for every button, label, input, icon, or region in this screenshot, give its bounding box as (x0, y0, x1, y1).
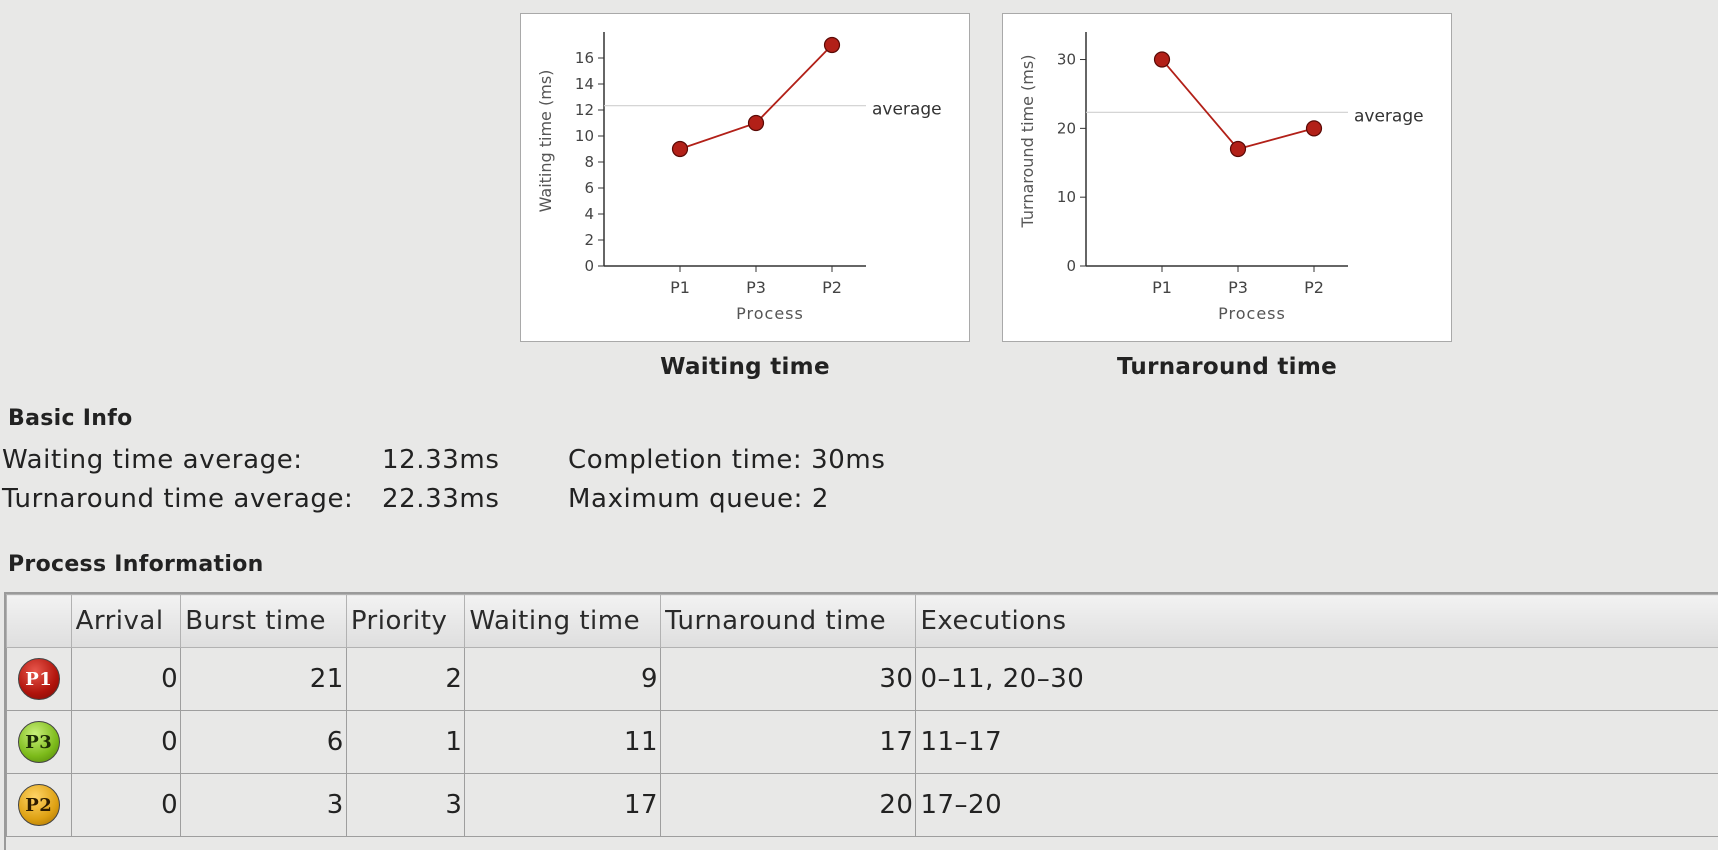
column-header-turnaround-time[interactable]: Turnaround time (660, 594, 917, 648)
waiting-time-x-tick-label: P2 (822, 278, 842, 297)
turnaround-time-x-tick-label: P2 (1304, 278, 1324, 297)
burst-time-cell: 3 (180, 773, 347, 837)
waiting-average-label: Waiting time average: (2, 445, 303, 475)
turnaround-time-y-tick-label: 30 (1057, 51, 1076, 69)
turnaround-time-chart-title: Turnaround time (1116, 354, 1338, 380)
waiting-time-average-label: average (872, 100, 942, 120)
waiting-time-chart-title: Waiting time (660, 354, 830, 380)
column-header-executions[interactable]: Executions (915, 594, 1718, 648)
turnaround-time-y-axis-label: Turnaround time (ms) (1018, 55, 1037, 229)
waiting-time-y-tick-label: 12 (575, 101, 594, 119)
waiting-time-y-tick-label: 16 (575, 49, 594, 67)
arrival-cell: 0 (70, 647, 182, 711)
maximum-queue: Maximum queue: 2 (568, 484, 829, 514)
turnaround-time-data-point (1229, 140, 1247, 158)
column-header-badge[interactable] (6, 594, 72, 648)
waiting-time-cell: 17 (464, 773, 662, 837)
waiting-time-y-tick-label: 0 (584, 257, 594, 275)
arrival-cell: 0 (70, 710, 182, 774)
waiting-time-x-tick-label: P3 (746, 278, 766, 297)
waiting-time-data-point (671, 140, 689, 158)
column-header-burst-time[interactable]: Burst time (180, 594, 347, 648)
process-badge-icon: P1 (17, 658, 60, 700)
turnaround-time-cell: 17 (660, 710, 917, 774)
turnaround-average-label: Turnaround time average: (2, 484, 354, 514)
waiting-time-chart: 0 2 4 6 8 10 12 14 16 P1 P3 P2 Process Waiting time (… (520, 13, 970, 342)
scheduler-results-panel: 0 2 4 6 8 10 12 14 16 P1 P3 P2 Process Waiting time (… (0, 0, 1718, 850)
waiting-time-chart-svg: 0 2 4 6 8 10 12 14 16 P1 P3 P2 Process Waiting time (… (536, 32, 942, 323)
turnaround-time-x-axis-label: Process (1218, 304, 1286, 323)
table-row[interactable]: P3 0 6 1 11 17 11–17 (6, 710, 1718, 774)
table-header-row: Arrival Burst time Priority Waiting time… (6, 594, 1718, 648)
turnaround-time-x-tick-label: P3 (1228, 278, 1248, 297)
executions-cell: 0–11, 20–30 (915, 647, 1718, 711)
turnaround-time-data-point (1305, 120, 1323, 137)
completion-time: Completion time: 30ms (568, 445, 886, 475)
waiting-time-y-tick-label: 6 (584, 179, 594, 197)
process-table-container[interactable]: Arrival Burst time Priority Waiting time… (4, 592, 1718, 850)
waiting-time-y-tick-label: 8 (584, 153, 594, 171)
executions-cell: 17–20 (915, 773, 1718, 837)
waiting-time-y-tick-label: 10 (575, 127, 594, 145)
turnaround-time-cell: 20 (660, 773, 917, 837)
waiting-average-value: 12.33ms (382, 445, 500, 475)
waiting-time-data-point (823, 36, 841, 54)
turnaround-time-chart-svg: 0 10 20 30 P1 P3 P2 Process Turnaround time (ms)… (1018, 32, 1424, 323)
process-badge-cell: P1 (6, 647, 72, 711)
process-info-title: Process Information (8, 552, 264, 577)
process-badge-icon: P2 (17, 784, 60, 826)
turnaround-time-chart: 0 10 20 30 P1 P3 P2 Process Turnaround time (ms)… (1002, 13, 1452, 342)
burst-time-cell: 21 (180, 647, 347, 711)
basic-info-title: Basic Info (8, 406, 133, 431)
turnaround-time-series-line (1161, 58, 1315, 151)
turnaround-time-y-tick-label: 10 (1057, 188, 1076, 206)
turnaround-time-cell: 30 (660, 647, 917, 711)
waiting-time-y-tick-label: 14 (575, 75, 594, 93)
process-badge-cell: P2 (6, 773, 72, 837)
turnaround-time-y-tick-label: 20 (1057, 119, 1076, 137)
waiting-time-y-tick-label: 2 (584, 231, 594, 249)
process-badge-icon: P3 (17, 721, 60, 763)
table-row[interactable]: P1 0 21 2 9 30 0–11, 20–30 (6, 647, 1718, 711)
table-row[interactable]: P2 0 3 3 17 20 17–20 (6, 773, 1718, 837)
turnaround-time-data-point (1153, 51, 1171, 68)
turnaround-time-x-tick-label: P1 (1152, 278, 1172, 297)
waiting-time-cell: 11 (464, 710, 662, 774)
priority-cell: 2 (345, 647, 466, 711)
process-badge-cell: P3 (6, 710, 72, 774)
arrival-cell: 0 (70, 773, 182, 837)
column-header-priority[interactable]: Priority (345, 594, 466, 648)
waiting-time-data-point (747, 114, 765, 132)
turnaround-average-value: 22.33ms (382, 484, 500, 514)
column-header-arrival[interactable]: Arrival (70, 594, 182, 648)
waiting-time-cell: 9 (464, 647, 662, 711)
waiting-time-series-line (679, 44, 833, 150)
waiting-time-x-axis-label: Process (736, 304, 804, 323)
column-header-waiting-time[interactable]: Waiting time (464, 594, 662, 648)
waiting-time-y-axis-label: Waiting time (ms) (536, 70, 555, 213)
executions-cell: 11–17 (915, 710, 1718, 774)
turnaround-time-y-tick-label: 0 (1066, 257, 1076, 275)
turnaround-time-average-label: average (1354, 106, 1424, 126)
waiting-time-y-tick-label: 4 (584, 205, 594, 223)
priority-cell: 3 (345, 773, 466, 837)
waiting-time-x-tick-label: P1 (670, 278, 690, 297)
priority-cell: 1 (345, 710, 466, 774)
burst-time-cell: 6 (180, 710, 347, 774)
process-table: Arrival Burst time Priority Waiting time… (6, 594, 1718, 837)
